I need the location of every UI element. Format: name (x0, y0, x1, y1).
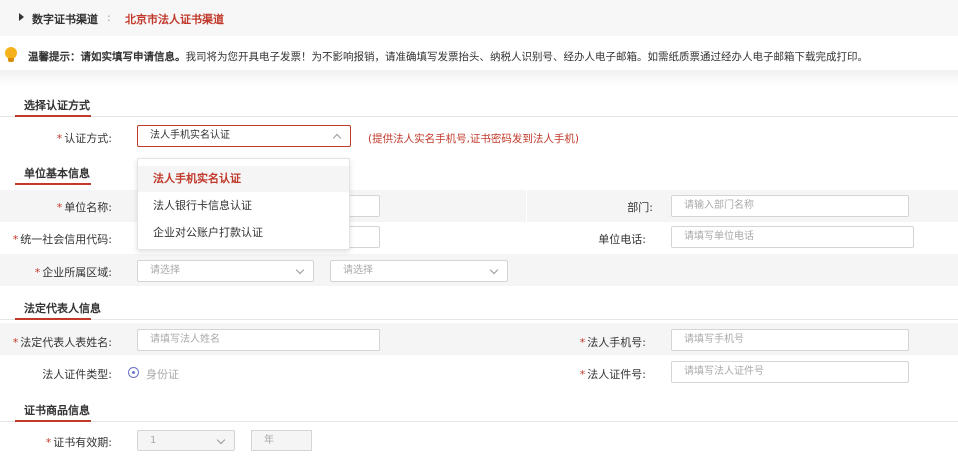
chevron-down-icon (216, 435, 226, 445)
breadcrumb-parent[interactable]: 数字证书渠道 (32, 11, 98, 27)
auth-method-hint: (提供法人实名手机号,证书密码发到法人手机) (368, 133, 580, 145)
breadcrumb-bar: 数字证书渠道 : 北京市法人证书渠道 (0, 0, 958, 36)
validity-value: 1 (150, 435, 157, 446)
section-underline (15, 183, 91, 185)
unit-phone-label: 单位电话: (598, 233, 646, 246)
unit-name-label: * 单位名称: (56, 201, 112, 214)
region-label: * 企业所属区域: (34, 266, 112, 279)
region-province-select[interactable]: 请选择 (137, 260, 314, 282)
department-input[interactable]: 请输入部门名称 (671, 195, 909, 217)
dropdown-option-phone[interactable]: 法人手机实名认证 (138, 166, 349, 192)
region-province-placeholder: 请选择 (150, 265, 180, 276)
legal-id-type-label: 法人证件类型: (42, 368, 112, 381)
section-title-auth: 选择认证方式 (24, 99, 90, 112)
id-type-radio[interactable] (128, 367, 139, 378)
breadcrumb-separator: : (107, 11, 111, 24)
breadcrumb-current: 北京市法人证书渠道 (125, 13, 224, 26)
notice-body: 我司将为您开具电子发票！为不影响报销，请准确填写发票抬头、纳税人识别号、经办人电… (185, 51, 869, 63)
section-line (0, 116, 958, 117)
legal-id-no-label: * 法人证件号: (579, 368, 646, 381)
legal-id-no-input[interactable]: 请填写法人证件号 (671, 361, 909, 383)
validity-select[interactable]: 1 (137, 430, 235, 451)
section-title-legal: 法定代表人信息 (24, 302, 101, 315)
chevron-down-icon (295, 265, 305, 275)
legal-mobile-label: * 法人手机号: (579, 336, 646, 349)
auth-method-label: * 认证方式: (56, 132, 112, 145)
section-underline (15, 420, 91, 422)
section-title-unit: 单位基本信息 (24, 167, 90, 180)
section-underline (15, 115, 91, 117)
row-divider (526, 190, 527, 222)
section-title-cert: 证书商品信息 (24, 404, 90, 417)
region-city-placeholder: 请选择 (343, 265, 373, 276)
section-line (0, 319, 958, 320)
validity-label: * 证书有效期: (45, 436, 112, 449)
region-city-select[interactable]: 请选择 (330, 260, 508, 282)
legal-name-input[interactable]: 请填写法人姓名 (137, 329, 380, 351)
dropdown-option-bankcard[interactable]: 法人银行卡信息认证 (138, 193, 349, 219)
chevron-up-icon (332, 133, 342, 143)
dropdown-option-corporate-account[interactable]: 企业对公账户打款认证 (138, 220, 349, 246)
unit-phone-input[interactable]: 请填写单位电话 (671, 226, 914, 248)
credit-code-label: * 统一社会信用代码: (12, 233, 112, 246)
validity-unit: 年 (251, 430, 312, 451)
legal-mobile-input[interactable]: 请填写手机号 (671, 329, 909, 351)
caret-right-icon (19, 13, 24, 21)
auth-method-value: 法人手机实名认证 (150, 130, 230, 141)
section-line (0, 421, 958, 422)
section-underline (15, 318, 91, 320)
department-label: 部门: (627, 201, 653, 214)
id-type-radio-label[interactable]: 身份证 (146, 366, 179, 382)
auth-method-dropdown: 法人手机实名认证 法人银行卡信息认证 企业对公账户打款认证 (137, 158, 350, 250)
chevron-down-icon (489, 265, 499, 275)
section-divider (0, 70, 958, 86)
notice-banner: 温馨提示：请如实填写申请信息。我司将为您开具电子发票！为不影响报销，请准确填写发… (0, 44, 958, 68)
notice-text: 温馨提示：请如实填写申请信息。我司将为您开具电子发票！为不影响报销，请准确填写发… (28, 49, 868, 64)
lightbulb-icon (5, 47, 17, 63)
auth-method-select[interactable]: 法人手机实名认证 (137, 125, 351, 147)
notice-bold: 温馨提示：请如实填写申请信息。 (28, 51, 186, 63)
legal-name-label: * 法定代表人表姓名: (12, 336, 112, 349)
